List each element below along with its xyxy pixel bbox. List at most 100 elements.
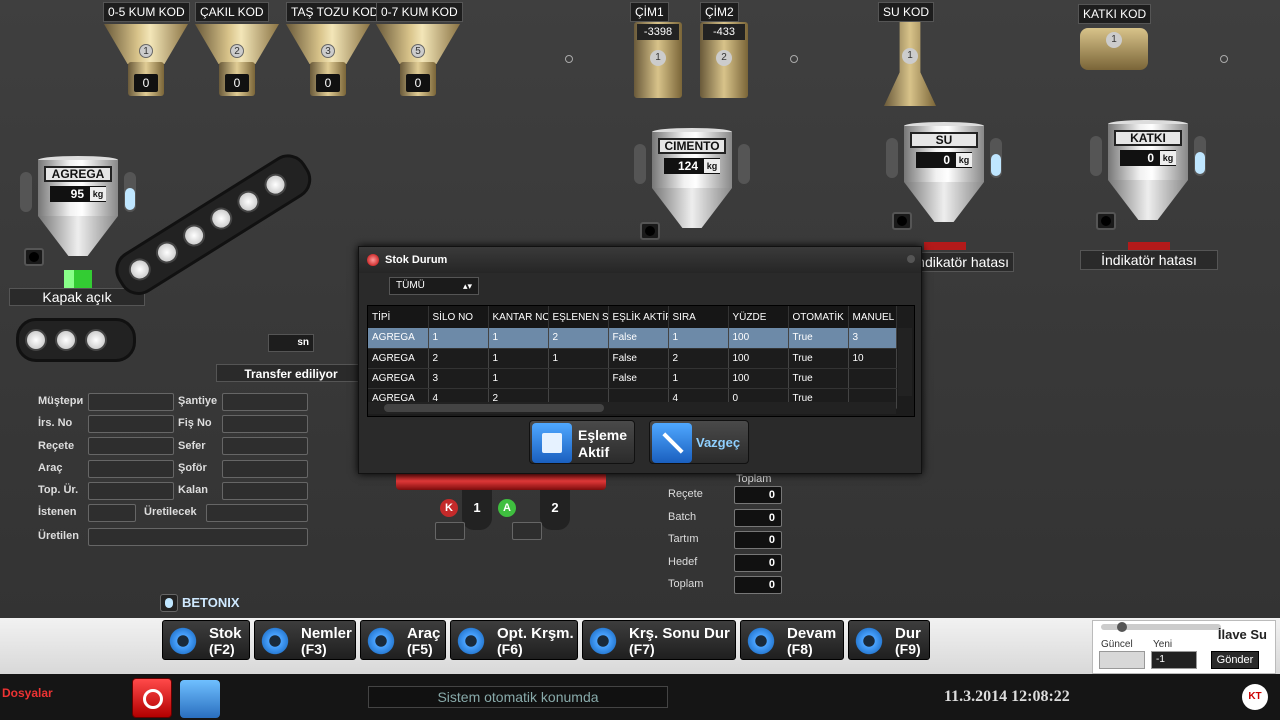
- function-key: (F5): [407, 641, 433, 657]
- dosyalar-link[interactable]: Dosyalar: [2, 686, 53, 700]
- table-cell: 1: [428, 328, 489, 349]
- kalan-field[interactable]: [222, 482, 308, 500]
- katki-alarm-bar: [1128, 242, 1170, 250]
- column-header[interactable]: TİPİ: [368, 306, 429, 328]
- filter-select[interactable]: TÜMÜ ▴▾: [389, 277, 479, 295]
- cim1-value: -3398: [637, 24, 679, 40]
- column-header[interactable]: EŞLİK AKTİF: [608, 306, 669, 328]
- column-header[interactable]: MANUEL N: [848, 306, 897, 328]
- dialog-titlebar[interactable]: Stok Durum: [359, 247, 921, 273]
- vazgec-button[interactable]: Vazgeç: [649, 420, 749, 464]
- sofor-label: Şoför: [178, 462, 207, 474]
- function-label: Dur: [895, 625, 921, 642]
- function-label: Stok: [209, 625, 242, 642]
- column-header[interactable]: SİLO NO: [428, 306, 489, 328]
- su-control-button[interactable]: [892, 212, 912, 230]
- gate-1-field[interactable]: [435, 522, 465, 540]
- gate-2-field[interactable]: [512, 522, 542, 540]
- function-button-f8[interactable]: Devam (F8): [740, 620, 844, 660]
- fis-no-field[interactable]: [222, 415, 308, 433]
- cim1-feeder[interactable]: -3398 1: [634, 22, 682, 98]
- cimento-control-button[interactable]: [640, 222, 660, 240]
- recete-counter: 0: [734, 486, 782, 504]
- recete-field[interactable]: [88, 437, 174, 455]
- table-cell: AGREGA: [368, 328, 429, 349]
- gate-1[interactable]: 1: [462, 490, 492, 530]
- table-row[interactable]: AGREGA 3 1 False 1 100 True: [368, 368, 897, 389]
- uretilecek-field[interactable]: [206, 504, 308, 522]
- stok-durum-dialog: Stok Durum TÜMÜ ▴▾ TİPİ SİLO NO KANTAR NO EŞ…: [358, 246, 922, 474]
- additive-pump-number: 1: [1106, 32, 1122, 48]
- cim1-label: ÇİM1: [630, 2, 669, 22]
- a-indicator[interactable]: A: [498, 499, 516, 517]
- column-header[interactable]: OTOMATİK: [788, 306, 849, 328]
- irs-no-field[interactable]: [88, 415, 174, 433]
- fis-no-label: Fiş No: [178, 417, 212, 429]
- keyboard-icon[interactable]: [180, 680, 220, 718]
- aggregate-hopper-1[interactable]: 10: [104, 6, 188, 96]
- top-ur-label: Top. Ür.: [38, 484, 79, 496]
- gonder-button[interactable]: Gönder: [1211, 651, 1259, 669]
- table-cell: 1: [668, 328, 729, 349]
- su-unit: kg: [956, 153, 972, 167]
- function-button-f2[interactable]: Stok (F2): [162, 620, 250, 660]
- horizontal-scrollbar[interactable]: [368, 402, 896, 414]
- aggregate-hopper-5[interactable]: 50: [376, 6, 460, 96]
- mixer-bar: [396, 472, 606, 490]
- katki-unit: kg: [1160, 151, 1176, 165]
- cimento-silo-name: CIMENTO: [658, 138, 726, 154]
- column-header[interactable]: KANTAR NO: [488, 306, 549, 328]
- table-row[interactable]: AGREGA 2 1 1 False 2 100 True 10: [368, 348, 897, 369]
- katki-kod-label: KATKI KOD: [1078, 4, 1152, 24]
- hopper-number: 5: [411, 44, 425, 58]
- vertical-scrollbar[interactable]: [898, 328, 912, 396]
- yeni-field[interactable]: -1: [1151, 651, 1197, 669]
- status-bar: Dosyalar Sistem otomatik konumda 11.3.20…: [0, 674, 1280, 720]
- musteri-label: Müştери: [38, 395, 84, 407]
- function-button-f3[interactable]: Nemler (F3): [254, 620, 356, 660]
- power-button[interactable]: [132, 678, 172, 718]
- esleme-aktif-button[interactable]: Eşleme Aktif: [529, 420, 635, 464]
- column-header[interactable]: EŞLENEN SİLO: [548, 306, 609, 328]
- function-button-f6[interactable]: Opt. Krşm. (F6): [450, 620, 578, 660]
- aggregate-hopper-3[interactable]: 30: [286, 6, 370, 96]
- hopper-value: 0: [316, 74, 340, 92]
- hedef-counter: 0: [734, 554, 782, 572]
- function-button-f9[interactable]: Dur (F9): [848, 620, 930, 660]
- cim2-feeder[interactable]: -433 2: [700, 22, 748, 98]
- vazgec-label: Vazgeç: [696, 435, 741, 450]
- musteri-field[interactable]: [88, 393, 174, 411]
- gate-2[interactable]: 2: [540, 490, 570, 530]
- santiye-field[interactable]: [222, 393, 308, 411]
- kapak-status: Kapak açık: [9, 288, 145, 306]
- column-header[interactable]: SIRA: [668, 306, 729, 328]
- uretilen-field[interactable]: [88, 528, 308, 546]
- close-icon[interactable]: [907, 255, 915, 263]
- filter-value: TÜMÜ: [396, 280, 425, 291]
- save-icon: [532, 423, 572, 463]
- arac-field[interactable]: [88, 460, 174, 478]
- table-cell: 1: [548, 348, 609, 369]
- table-cell: 3: [428, 368, 489, 389]
- esleme-label: Eşleme: [578, 427, 628, 443]
- katki-control-button[interactable]: [1096, 212, 1116, 230]
- column-header[interactable]: YÜZDE: [728, 306, 789, 328]
- toplam-header: Toplam: [736, 473, 772, 485]
- su-silo-name: SU: [910, 132, 978, 148]
- function-button-f5[interactable]: Araç (F5): [360, 620, 446, 660]
- agrega-control-button[interactable]: [24, 248, 44, 266]
- sefer-field[interactable]: [222, 437, 308, 455]
- water-valve[interactable]: [884, 22, 936, 106]
- water-slider[interactable]: [1101, 622, 1221, 632]
- function-button-f7[interactable]: Krş. Sonu Dur (F7): [582, 620, 736, 660]
- top-ur-field[interactable]: [88, 482, 174, 500]
- table-cell: 2: [668, 348, 729, 369]
- table-cell: False: [608, 328, 669, 349]
- sofor-field[interactable]: [222, 460, 308, 478]
- aggregate-hopper-2[interactable]: 20: [195, 6, 279, 96]
- istenen-field[interactable]: [88, 504, 136, 522]
- agrega-silo-name: AGREGA: [44, 166, 112, 182]
- k-indicator[interactable]: K: [440, 499, 458, 517]
- agrega-silo[interactable]: AGREGA 95 kg: [20, 156, 136, 266]
- table-row[interactable]: AGREGA 1 1 2 False 1 100 True 3: [368, 328, 897, 349]
